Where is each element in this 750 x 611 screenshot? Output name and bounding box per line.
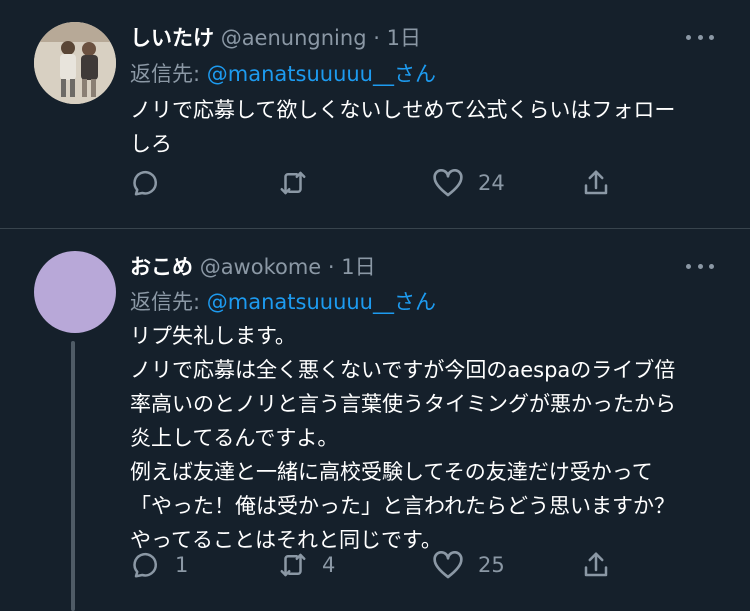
- retweet-icon: [280, 171, 306, 195]
- reply-button[interactable]: [131, 168, 175, 198]
- reply-count: 1: [175, 553, 189, 577]
- tweet-actions: 24: [0, 168, 750, 208]
- share-button[interactable]: [581, 168, 611, 198]
- tweet-actions: 1 4 25: [0, 550, 750, 590]
- retweet-button[interactable]: 4: [278, 550, 335, 580]
- retweet-button[interactable]: [278, 168, 322, 198]
- like-count: 25: [478, 553, 505, 577]
- tweet[interactable]: おこめ @awokome · 1日 返信先: @manatsuuuuu__さん …: [0, 229, 750, 610]
- user-handle[interactable]: @aenungning: [221, 26, 367, 50]
- reply-prefix: 返信先:: [130, 62, 207, 86]
- timestamp[interactable]: 1日: [387, 26, 421, 50]
- tweet-header: しいたけ @aenungning · 1日: [130, 22, 421, 52]
- retweet-count: 4: [322, 553, 336, 577]
- share-button[interactable]: [581, 550, 611, 580]
- mention-suffix: さん: [394, 62, 436, 86]
- mention-link[interactable]: @manatsuuuuu__: [207, 290, 394, 314]
- reply-button[interactable]: 1: [131, 550, 188, 580]
- reply-context: 返信先: @manatsuuuuu__さん: [130, 58, 436, 88]
- reply-prefix: 返信先:: [130, 290, 207, 314]
- tweet-text: ノリで応募して欲しくないしせめて公式くらいはフォロー しろ: [130, 98, 676, 156]
- like-button[interactable]: 24: [432, 168, 505, 198]
- display-name[interactable]: おこめ: [130, 255, 193, 279]
- like-count: 24: [478, 171, 505, 195]
- reply-icon: [133, 552, 157, 578]
- tweet[interactable]: しいたけ @aenungning · 1日 返信先: @manatsuuuuu_…: [0, 0, 750, 229]
- reply-icon: [133, 170, 157, 196]
- retweet-icon: [280, 553, 306, 577]
- like-icon: [433, 169, 463, 197]
- avatar[interactable]: [34, 22, 116, 104]
- more-icon[interactable]: [686, 262, 714, 270]
- mention-link[interactable]: @manatsuuuuu__: [207, 62, 394, 86]
- user-handle[interactable]: @awokome: [200, 255, 322, 279]
- like-button[interactable]: 25: [432, 550, 505, 580]
- display-name[interactable]: しいたけ: [130, 26, 214, 50]
- share-icon: [584, 552, 608, 577]
- separator: ·: [327, 255, 335, 279]
- more-icon[interactable]: [686, 33, 714, 41]
- mention-suffix: さん: [394, 290, 436, 314]
- timestamp[interactable]: 1日: [341, 255, 375, 279]
- reply-context: 返信先: @manatsuuuuu__さん: [130, 286, 436, 316]
- share-icon: [584, 170, 608, 195]
- tweet-header: おこめ @awokome · 1日: [130, 251, 376, 281]
- thread-connector: [71, 341, 75, 611]
- avatar[interactable]: [34, 251, 116, 333]
- like-icon: [433, 551, 463, 579]
- separator: ·: [373, 26, 380, 50]
- tweet-text: リプ失礼します。 ノリで応募は全く悪くないですが今回のaespaのライブ倍 率高…: [130, 324, 676, 552]
